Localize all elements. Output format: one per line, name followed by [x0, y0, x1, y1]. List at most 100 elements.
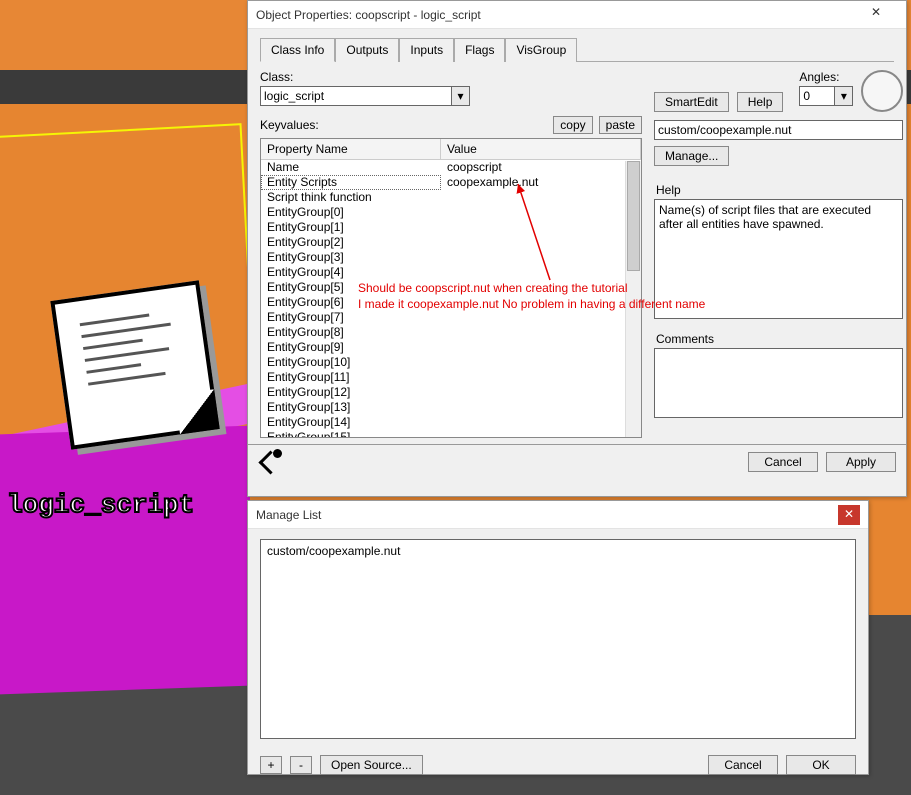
cell-value — [441, 295, 641, 310]
ok-button[interactable]: OK — [786, 755, 856, 775]
keyvalues-table[interactable]: Property Name Value NamecoopscriptEntity… — [260, 138, 642, 438]
table-row[interactable]: EntityGroup[7] — [261, 310, 641, 325]
cell-value — [441, 205, 641, 220]
table-row[interactable]: EntityGroup[8] — [261, 325, 641, 340]
tab-flags[interactable]: Flags — [454, 38, 505, 62]
help-button[interactable]: Help — [737, 92, 784, 112]
brush-side — [0, 426, 250, 695]
script-list[interactable]: custom/coopexample.nut — [260, 539, 856, 739]
cell-value — [441, 340, 641, 355]
cell-name: Script think function — [261, 190, 441, 205]
table-row[interactable]: EntityGroup[12] — [261, 385, 641, 400]
table-row[interactable]: EntityGroup[4] — [261, 265, 641, 280]
class-input[interactable] — [260, 86, 452, 106]
cancel-button[interactable]: Cancel — [748, 452, 818, 472]
smartedit-button[interactable]: SmartEdit — [654, 92, 729, 112]
cell-name: EntityGroup[3] — [261, 250, 441, 265]
angle-dial[interactable] — [861, 70, 903, 112]
cell-name: EntityGroup[1] — [261, 220, 441, 235]
cell-name: EntityGroup[14] — [261, 415, 441, 430]
cell-value — [441, 370, 641, 385]
cell-name: EntityGroup[12] — [261, 385, 441, 400]
cell-name: Name — [261, 160, 441, 175]
angles-label: Angles: — [799, 70, 853, 84]
manage-button[interactable]: Manage... — [654, 146, 729, 166]
titlebar[interactable]: Object Properties: coopscript - logic_sc… — [248, 1, 906, 29]
remove-button[interactable]: - — [290, 756, 312, 774]
value-input[interactable] — [654, 120, 903, 140]
table-row[interactable]: EntityGroup[1] — [261, 220, 641, 235]
table-row[interactable]: EntityGroup[5] — [261, 280, 641, 295]
open-source-button[interactable]: Open Source... — [320, 755, 423, 775]
cell-name: EntityGroup[0] — [261, 205, 441, 220]
cell-name: EntityGroup[5] — [261, 280, 441, 295]
eyedropper-icon[interactable] — [258, 451, 280, 473]
cell-name: EntityGroup[13] — [261, 400, 441, 415]
close-icon[interactable]: ✕ — [854, 5, 898, 25]
cell-name: EntityGroup[8] — [261, 325, 441, 340]
apply-button[interactable]: Apply — [826, 452, 896, 472]
cell-name: EntityGroup[11] — [261, 370, 441, 385]
table-row[interactable]: EntityGroup[14] — [261, 415, 641, 430]
close-icon[interactable]: ✕ — [838, 505, 860, 525]
cell-value — [441, 355, 641, 370]
table-row[interactable]: Script think function — [261, 190, 641, 205]
cell-value — [441, 235, 641, 250]
cell-value — [441, 280, 641, 295]
tab-outputs[interactable]: Outputs — [335, 38, 399, 62]
tab-strip: Class Info Outputs Inputs Flags VisGroup — [248, 29, 906, 61]
entity-sprite — [30, 280, 230, 460]
cell-name: EntityGroup[4] — [261, 265, 441, 280]
class-combo[interactable]: ▾ — [260, 86, 470, 106]
cell-name: EntityGroup[15] — [261, 430, 441, 438]
table-row[interactable]: EntityGroup[10] — [261, 355, 641, 370]
table-row[interactable]: EntityGroup[9] — [261, 340, 641, 355]
cell-name: EntityGroup[6] — [261, 295, 441, 310]
cell-name: EntityGroup[9] — [261, 340, 441, 355]
dialog-title: Manage List — [256, 508, 321, 522]
tab-visgroup[interactable]: VisGroup — [505, 38, 577, 62]
table-row[interactable]: EntityGroup[15] — [261, 430, 641, 438]
manage-list-dialog: Manage List ✕ custom/coopexample.nut + -… — [247, 500, 869, 775]
cancel-button[interactable]: Cancel — [708, 755, 778, 775]
cell-value: coopscript — [441, 160, 641, 175]
table-row[interactable]: Namecoopscript — [261, 160, 641, 175]
tab-inputs[interactable]: Inputs — [399, 38, 454, 62]
cell-name: Entity Scripts — [261, 175, 441, 190]
comments-textarea[interactable] — [654, 348, 903, 418]
col-header-name[interactable]: Property Name — [261, 139, 441, 159]
cell-value — [441, 190, 641, 205]
table-row[interactable]: Entity Scriptscoopexample.nut — [261, 175, 641, 190]
cell-value — [441, 325, 641, 340]
cell-value — [441, 415, 641, 430]
list-item[interactable]: custom/coopexample.nut — [267, 544, 849, 558]
table-row[interactable]: EntityGroup[3] — [261, 250, 641, 265]
dialog-title: Object Properties: coopscript - logic_sc… — [256, 8, 481, 22]
scrollbar[interactable] — [625, 161, 641, 437]
table-row[interactable]: EntityGroup[6] — [261, 295, 641, 310]
scrollbar-thumb[interactable] — [627, 161, 640, 271]
cell-value — [441, 385, 641, 400]
cell-value — [441, 400, 641, 415]
titlebar[interactable]: Manage List ✕ — [248, 501, 868, 529]
angles-input[interactable] — [799, 86, 835, 106]
cell-value: coopexample.nut — [441, 175, 641, 190]
paste-button[interactable]: paste — [599, 116, 642, 134]
cell-value — [441, 310, 641, 325]
table-row[interactable]: EntityGroup[13] — [261, 400, 641, 415]
cell-name: EntityGroup[10] — [261, 355, 441, 370]
table-row[interactable]: EntityGroup[0] — [261, 205, 641, 220]
copy-button[interactable]: copy — [553, 116, 592, 134]
table-row[interactable]: EntityGroup[2] — [261, 235, 641, 250]
angles-combo[interactable]: ▾ — [799, 86, 853, 106]
table-row[interactable]: EntityGroup[11] — [261, 370, 641, 385]
dialog-footer: Cancel Apply — [248, 444, 906, 478]
chevron-down-icon[interactable]: ▾ — [835, 86, 853, 106]
chevron-down-icon[interactable]: ▾ — [452, 86, 470, 106]
col-header-value[interactable]: Value — [441, 139, 641, 159]
cell-name: EntityGroup[2] — [261, 235, 441, 250]
tab-class-info[interactable]: Class Info — [260, 38, 335, 62]
keyvalues-label: Keyvalues: — [260, 118, 319, 132]
add-button[interactable]: + — [260, 756, 282, 774]
cell-value — [441, 250, 641, 265]
